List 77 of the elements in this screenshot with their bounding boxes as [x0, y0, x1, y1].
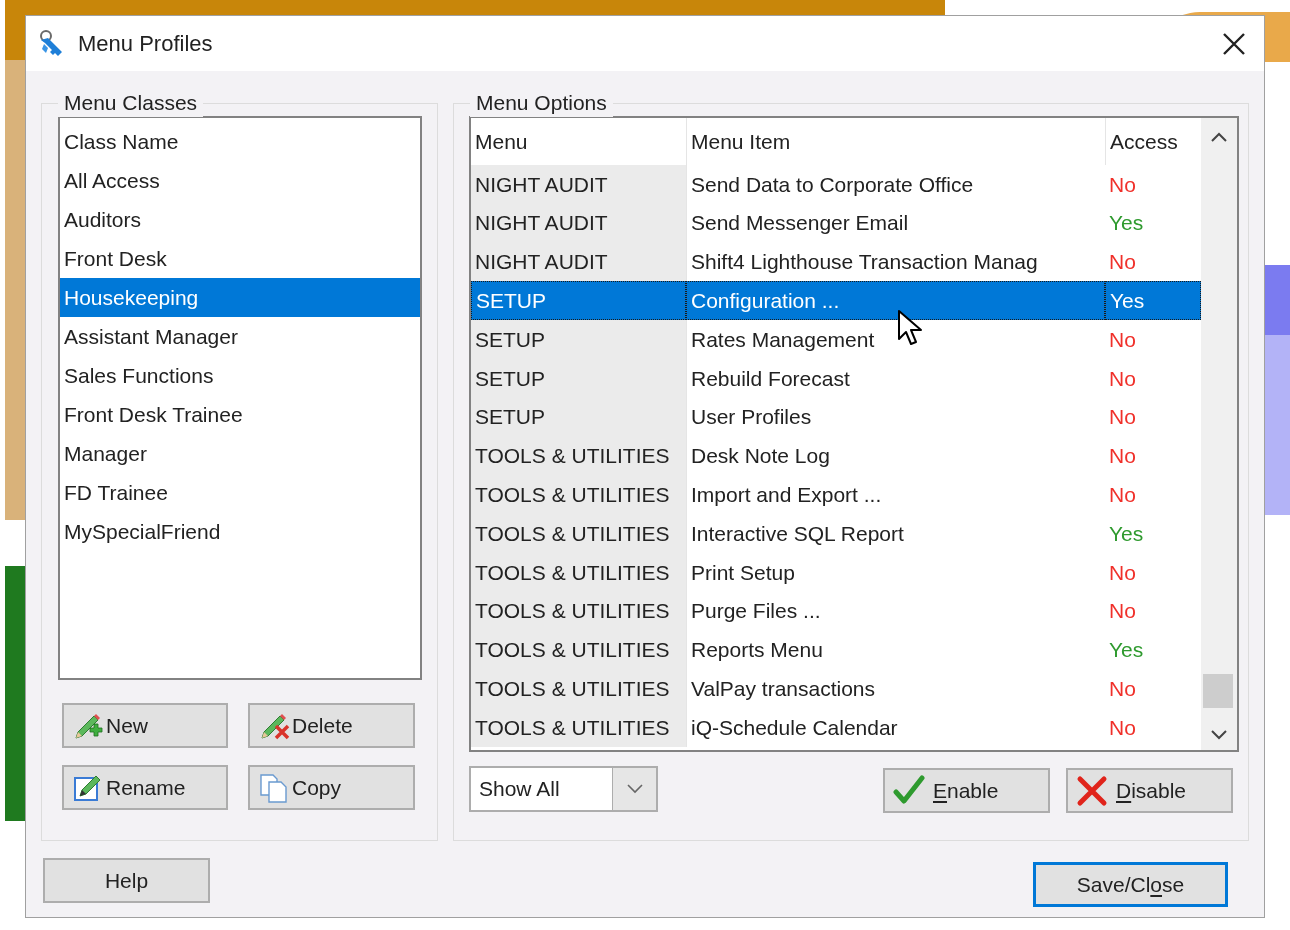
table-cell: NIGHT AUDIT	[471, 242, 686, 282]
table-cell: TOOLS & UTILITIES	[471, 514, 686, 553]
table-cell: TOOLS & UTILITIES	[471, 708, 686, 747]
table-cell-text: No	[1108, 326, 1137, 353]
list-item[interactable]: Front Desk Trainee	[60, 395, 420, 434]
chevron-down-icon	[626, 783, 643, 794]
table-cell: Send Messenger Email	[686, 203, 1105, 243]
table-cell-text: No	[1108, 365, 1137, 392]
list-item[interactable]: Assistant Manager	[60, 317, 420, 356]
table-cell: Print Setup	[686, 552, 1105, 592]
table-cell: NIGHT AUDIT	[471, 203, 686, 243]
table-cell-text: No	[1108, 404, 1137, 431]
table-cell: Rebuild Forecast	[686, 359, 1105, 398]
table-cell-text: No	[1108, 598, 1137, 625]
table-cell-text: Yes	[1108, 637, 1145, 664]
column-header: Class Name	[63, 128, 180, 155]
help-button[interactable]: Help	[43, 858, 210, 903]
list-item[interactable]: Housekeeping	[60, 278, 420, 317]
scrollbar-thumb[interactable]	[1203, 674, 1233, 708]
table-cell-text: Yes	[1108, 210, 1145, 237]
table-cell-text: No	[1108, 676, 1137, 702]
table-cell: Desk Note Log	[686, 436, 1105, 476]
table-cell: TOOLS & UTILITIES	[471, 475, 686, 515]
table-cell: iQ-Schedule Calendar	[686, 708, 1105, 747]
enable-button[interactable]: Enable	[883, 768, 1050, 813]
table-cell: Import and Export ...	[686, 475, 1105, 515]
scroll-up-icon[interactable]	[1211, 132, 1227, 142]
table-cell: Purge Files ...	[686, 591, 1105, 631]
table-cell: Configuration ...	[686, 281, 1105, 321]
table-cell: User Profiles	[686, 397, 1105, 437]
dropdown-value: Show All	[478, 775, 561, 802]
table-cell: ValPay transactions	[686, 669, 1105, 709]
list-item[interactable]: FD Trainee	[60, 473, 420, 512]
table-cell: Yes	[1105, 281, 1201, 321]
scroll-down-icon[interactable]	[1211, 730, 1227, 740]
close-icon	[1222, 31, 1246, 56]
table-cell: Send Data to Corporate Office	[686, 165, 1105, 204]
table-cell-text: No	[1108, 171, 1137, 198]
delete-button[interactable]: Delete	[248, 703, 415, 748]
disable-button[interactable]: Disable	[1066, 768, 1233, 813]
column-header[interactable]: Menu Item	[686, 118, 1105, 165]
table-cell: SETUP	[471, 320, 686, 359]
copy-button[interactable]: Copy	[248, 765, 415, 810]
table-cell-text: No	[1108, 559, 1137, 586]
table-cell-text: No	[1108, 714, 1137, 741]
list-item[interactable]: Auditors	[60, 200, 420, 239]
check-icon	[893, 774, 925, 807]
table-cell: TOOLS & UTILITIES	[471, 552, 686, 592]
table-cell: Interactive SQL Report	[686, 514, 1105, 553]
rename-button[interactable]: Rename	[62, 765, 228, 810]
table-cell-text: No	[1108, 443, 1137, 470]
table-cell: SETUP	[471, 397, 686, 437]
copy-icon	[258, 771, 290, 804]
table-cell-text: No	[1108, 482, 1137, 508]
table-cell-text: Yes	[1108, 520, 1145, 547]
list-item[interactable]: Sales Functions	[60, 356, 420, 395]
table-cell: SETUP	[471, 359, 686, 398]
table-row[interactable]: SETUP Configuration ... Yes	[471, 281, 1201, 321]
list-item[interactable]: Manager	[60, 434, 420, 473]
filter-dropdown[interactable]: Show All	[469, 765, 658, 812]
table-cell: SETUP	[471, 281, 686, 321]
table-cell: Reports Menu	[686, 630, 1105, 670]
table-cell: TOOLS & UTILITIES	[471, 669, 686, 709]
list-item[interactable]: All Access	[60, 161, 420, 200]
list-item[interactable]: MySpecialFriend	[60, 512, 420, 551]
scrollbar[interactable]	[1201, 118, 1237, 750]
table-cell: TOOLS & UTILITIES	[471, 630, 686, 670]
table-cell: NIGHT AUDIT	[471, 165, 686, 204]
cross-icon	[1076, 774, 1108, 807]
table-cell: TOOLS & UTILITIES	[471, 436, 686, 476]
new-button[interactable]: New	[62, 703, 228, 748]
table-cell-text: No	[1108, 249, 1137, 276]
list-item[interactable]: Front Desk	[60, 239, 420, 278]
column-header[interactable]: Menu	[471, 118, 686, 165]
table-cell: TOOLS & UTILITIES	[471, 591, 686, 631]
window-title: Menu Profiles	[78, 30, 213, 58]
save-button[interactable]: Save/Close	[1033, 862, 1228, 907]
